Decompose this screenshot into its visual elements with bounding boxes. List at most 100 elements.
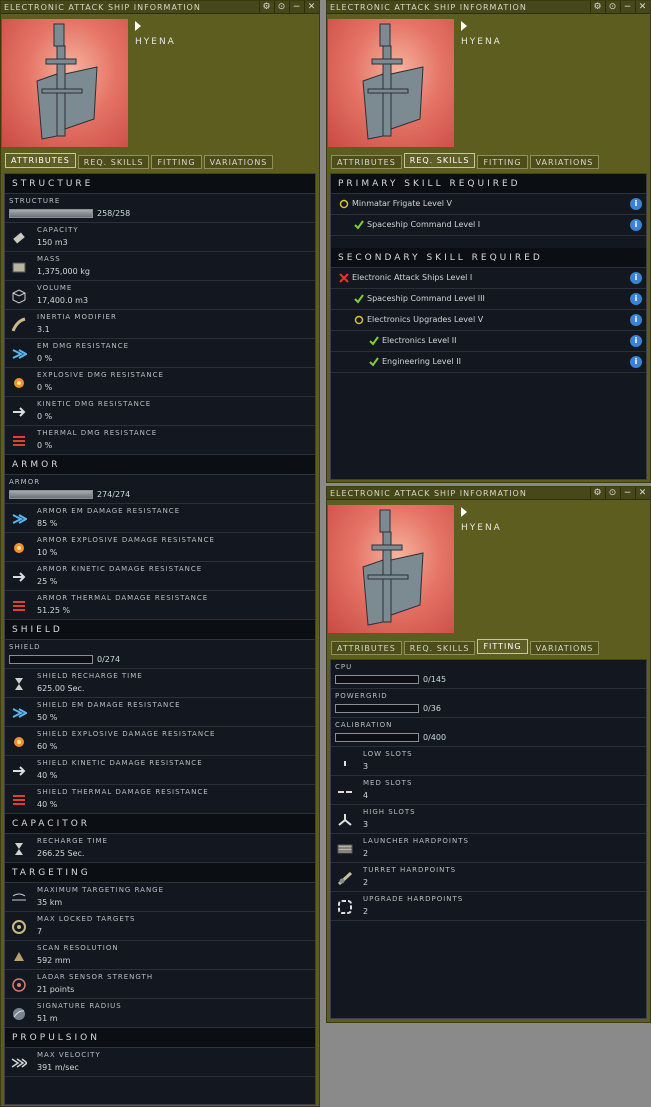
- mass-icon: [9, 258, 28, 275]
- armor-row: ARMOR 274/274: [5, 475, 315, 504]
- upgrade-icon: [335, 898, 354, 915]
- attr-row-inertia: INERTIA MODIFIER 3.1: [5, 310, 315, 339]
- info-icon[interactable]: i: [630, 335, 642, 347]
- explosive-value: 0 %: [37, 383, 53, 392]
- ladar-value: 21 points: [37, 985, 75, 994]
- skill-row[interactable]: Spaceship Command Level I i: [331, 215, 646, 236]
- fitting-window: ELECTRONIC ATTACK SHIP INFORMATION ⚙ ⊙ −…: [326, 486, 651, 1023]
- high-slots-value: 3: [363, 820, 369, 829]
- volume-value: 17,400.0 m3: [37, 296, 89, 305]
- pin-icon[interactable]: ⊙: [605, 1, 620, 14]
- settings-icon[interactable]: ⚙: [259, 1, 274, 14]
- cpu-bar: [335, 675, 419, 684]
- launcher-value: 2: [363, 849, 369, 858]
- tab-variations[interactable]: VARIATIONS: [203, 155, 274, 169]
- section-targeting: TARGETING: [5, 863, 315, 883]
- shield-value: 0/274: [97, 655, 121, 664]
- capacity-label: CAPACITY: [37, 226, 79, 234]
- window-titlebar[interactable]: ELECTRONIC ATTACK SHIP INFORMATION ⚙ ⊙ −…: [327, 487, 650, 500]
- tab-attributes[interactable]: ATTRIBUTES: [331, 641, 402, 655]
- powergrid-bar: [335, 704, 419, 713]
- calibration-label: CALIBRATION: [335, 721, 393, 729]
- close-button[interactable]: ✕: [635, 1, 650, 14]
- info-icon[interactable]: i: [630, 219, 642, 231]
- window-titlebar[interactable]: ELECTRONIC ATTACK SHIP INFORMATION ⚙ ⊙ −…: [1, 1, 319, 14]
- tab-req-skills[interactable]: REQ. SKILLS: [77, 155, 150, 169]
- med-slot-icon: [335, 782, 354, 799]
- tab-fitting[interactable]: FITTING: [477, 639, 528, 654]
- skill-row[interactable]: Electronics Level II i: [331, 331, 646, 352]
- scan-resolution-icon: [9, 947, 28, 964]
- minimize-button[interactable]: −: [620, 487, 635, 500]
- attr-row-shield-kinetic: SHIELD KINETIC DAMAGE RESISTANCE 40 %: [5, 756, 315, 785]
- info-icon[interactable]: i: [630, 198, 642, 210]
- info-icon[interactable]: i: [630, 272, 642, 284]
- tab-variations[interactable]: VARIATIONS: [529, 641, 600, 655]
- skill-name: Electronics Level II: [382, 336, 457, 345]
- inertia-label: INERTIA MODIFIER: [37, 313, 117, 321]
- thermal-resistance-icon: [9, 432, 28, 449]
- turret-row: TURRET HARDPOINTS 2: [331, 863, 646, 892]
- em-label: EM DMG RESISTANCE: [37, 342, 130, 350]
- attr-row-max-targets: MAX LOCKED TARGETS 7: [5, 912, 315, 941]
- fitting-list[interactable]: CPU 0/145 POWERGRID 0/36 CALIBRATION 0/4…: [330, 659, 647, 1019]
- section-shield: SHIELD: [5, 620, 315, 640]
- skill-row[interactable]: Spaceship Command Level III i: [331, 289, 646, 310]
- pin-icon[interactable]: ⊙: [274, 1, 289, 14]
- info-icon[interactable]: i: [630, 314, 642, 326]
- tab-variations[interactable]: VARIATIONS: [529, 155, 600, 169]
- armor-explosive-value: 10 %: [37, 548, 58, 557]
- low-slots-row: LOW SLOTS 3: [331, 747, 646, 776]
- explosive-resistance-icon: [9, 374, 28, 391]
- tab-fitting[interactable]: FITTING: [151, 155, 202, 169]
- tab-fitting[interactable]: FITTING: [477, 155, 528, 169]
- attr-row-sig-radius: SIGNATURE RADIUS 51 m: [5, 999, 315, 1028]
- close-button[interactable]: ✕: [304, 1, 319, 14]
- armor-thermal-value: 51.25 %: [37, 606, 71, 615]
- attr-row-shield-thermal: SHIELD THERMAL DAMAGE RESISTANCE 40 %: [5, 785, 315, 814]
- mass-value: 1,375,000 kg: [37, 267, 90, 276]
- attr-row-ladar: LADAR SENSOR STRENGTH 21 points: [5, 970, 315, 999]
- expand-arrow-icon[interactable]: [461, 507, 467, 517]
- upgrade-row: UPGRADE HARDPOINTS 2: [331, 892, 646, 921]
- tab-attributes[interactable]: ATTRIBUTES: [5, 153, 76, 168]
- inertia-value: 3.1: [37, 325, 50, 334]
- attr-row-capacity: CAPACITY 150 m3: [5, 223, 315, 252]
- skill-name: Electronics Upgrades Level V: [367, 315, 484, 324]
- section-secondary-skill: SECONDARY SKILL REQUIRED: [331, 248, 646, 268]
- minimize-button[interactable]: −: [620, 1, 635, 14]
- shield-bar: [9, 655, 93, 664]
- skill-row[interactable]: Engineering Level II i: [331, 352, 646, 373]
- minimize-button[interactable]: −: [289, 1, 304, 14]
- cpu-value: 0/145: [423, 675, 447, 684]
- capacity-icon: [9, 229, 28, 246]
- attr-row-shield-recharge: SHIELD RECHARGE TIME 625.00 Sec.: [5, 669, 315, 698]
- settings-icon[interactable]: ⚙: [590, 1, 605, 14]
- close-button[interactable]: ✕: [635, 487, 650, 500]
- skill-row[interactable]: Minmatar Frigate Level V i: [331, 194, 646, 215]
- ship-name: HYENA: [461, 37, 502, 47]
- shield-em-value: 50 %: [37, 713, 58, 722]
- expand-arrow-icon[interactable]: [135, 21, 141, 31]
- pin-icon[interactable]: ⊙: [605, 487, 620, 500]
- expand-arrow-icon[interactable]: [461, 21, 467, 31]
- section-primary-skill: PRIMARY SKILL REQUIRED: [331, 174, 646, 194]
- skill-row[interactable]: Electronic Attack Ships Level I i: [331, 268, 646, 289]
- turret-icon: [335, 869, 354, 886]
- velocity-icon: [9, 1054, 28, 1071]
- velocity-value: 391 m/sec: [37, 1063, 79, 1072]
- tab-req-skills[interactable]: REQ. SKILLS: [403, 641, 476, 655]
- powergrid-value: 0/36: [423, 704, 441, 713]
- armor-kinetic-value: 25 %: [37, 577, 58, 586]
- settings-icon[interactable]: ⚙: [590, 487, 605, 500]
- info-icon[interactable]: i: [630, 293, 642, 305]
- skills-list[interactable]: PRIMARY SKILL REQUIRED Minmatar Frigate …: [330, 173, 647, 480]
- tab-attributes[interactable]: ATTRIBUTES: [331, 155, 402, 169]
- attributes-list[interactable]: STRUCTURE STRUCTURE 258/258 CAPACITY 150…: [4, 173, 316, 1105]
- info-icon[interactable]: i: [630, 356, 642, 368]
- tab-req-skills[interactable]: REQ. SKILLS: [403, 153, 476, 168]
- window-titlebar[interactable]: ELECTRONIC ATTACK SHIP INFORMATION ⚙ ⊙ −…: [327, 1, 650, 14]
- skill-row[interactable]: Electronics Upgrades Level V i: [331, 310, 646, 331]
- section-propulsion: PROPULSION: [5, 1028, 315, 1048]
- armor-thermal-label: ARMOR THERMAL DAMAGE RESISTANCE: [37, 594, 209, 602]
